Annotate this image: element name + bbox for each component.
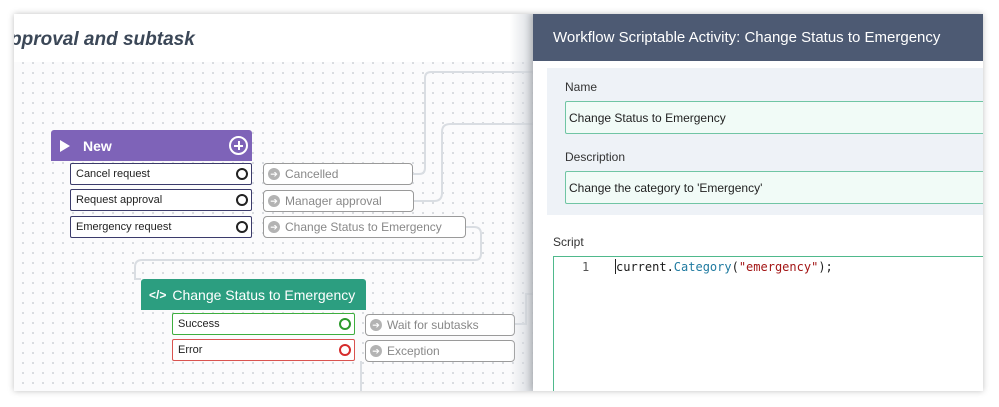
condition-emergency-request[interactable]: Emergency request (70, 216, 252, 238)
transition-target-wait-for-subtasks[interactable]: ➔ Wait for subtasks (365, 314, 515, 336)
script-close-token: ); (818, 260, 833, 274)
start-node-new[interactable]: New (51, 130, 252, 161)
description-field-value: Change the category to 'Emergency' (569, 180, 763, 195)
description-field[interactable]: Change the category to 'Emergency' (565, 171, 983, 204)
arrow-right-icon: ➔ (370, 345, 382, 357)
transition-target-label: Exception (387, 344, 440, 358)
script-open-paren: ( (731, 260, 739, 274)
name-label: Name (565, 80, 598, 94)
code-icon: </> (149, 287, 167, 302)
output-port-icon[interactable] (339, 318, 351, 330)
condition-label: Emergency request (76, 221, 172, 233)
output-port-icon[interactable] (236, 194, 248, 206)
start-node-title: New (83, 137, 112, 154)
transition-target-cancelled[interactable]: ➔ Cancelled (263, 163, 413, 185)
arrow-right-icon: ➔ (268, 168, 280, 180)
transition-target-label: Change Status to Emergency (285, 220, 442, 234)
add-condition-icon[interactable] (229, 136, 248, 155)
script-node-change-status[interactable]: </> Change Status to Emergency (141, 279, 366, 310)
output-port-icon[interactable] (236, 221, 248, 233)
workflow-canvas[interactable]: pproval and subtask New Cancel request R… (14, 14, 534, 391)
condition-label: Success (178, 318, 220, 330)
play-icon (60, 139, 70, 152)
condition-success[interactable]: Success (172, 313, 355, 335)
arrow-right-icon: ➔ (268, 195, 280, 207)
line-number: 1 (582, 260, 590, 274)
script-label: Script (553, 235, 584, 249)
condition-error[interactable]: Error (172, 339, 355, 361)
screenshot-frame: pproval and subtask New Cancel request R… (14, 14, 983, 391)
transition-target-label: Manager approval (285, 194, 382, 208)
output-port-icon[interactable] (339, 344, 351, 356)
name-field[interactable]: Change Status to Emergency (565, 101, 983, 134)
transition-target-label: Cancelled (285, 167, 339, 181)
transition-target-manager-approval[interactable]: ➔ Manager approval (263, 190, 414, 212)
condition-label: Request approval (76, 194, 163, 206)
condition-request-approval[interactable]: Request approval (70, 189, 252, 211)
name-field-value: Change Status to Emergency (569, 110, 726, 125)
activity-properties-panel: Workflow Scriptable Activity: Change Sta… (533, 14, 983, 391)
condition-cancel-request[interactable]: Cancel request (70, 163, 252, 185)
transition-target-change-status[interactable]: ➔ Change Status to Emergency (263, 216, 466, 238)
description-label: Description (565, 150, 626, 164)
script-method-token: Category (673, 260, 732, 274)
condition-label: Error (178, 344, 203, 356)
canvas-edge-shadow (510, 14, 534, 391)
arrow-right-icon: ➔ (370, 319, 382, 331)
script-line: current.Category("emergency"); (616, 260, 833, 274)
output-port-icon[interactable] (236, 168, 248, 180)
transition-target-label: Wait for subtasks (387, 318, 479, 332)
script-object-token: current. (616, 260, 674, 274)
condition-label: Cancel request (76, 168, 150, 180)
script-node-title: Change Status to Emergency (172, 286, 356, 303)
script-editor[interactable]: 1 current.Category("emergency"); (553, 256, 983, 391)
script-string-token: "emergency" (738, 260, 819, 274)
arrow-right-icon: ➔ (268, 221, 280, 233)
transition-target-exception[interactable]: ➔ Exception (365, 340, 515, 362)
panel-title: Workflow Scriptable Activity: Change Sta… (553, 29, 941, 46)
panel-header: Workflow Scriptable Activity: Change Sta… (533, 14, 983, 61)
activity-form: Name Change Status to Emergency Descript… (547, 68, 983, 215)
